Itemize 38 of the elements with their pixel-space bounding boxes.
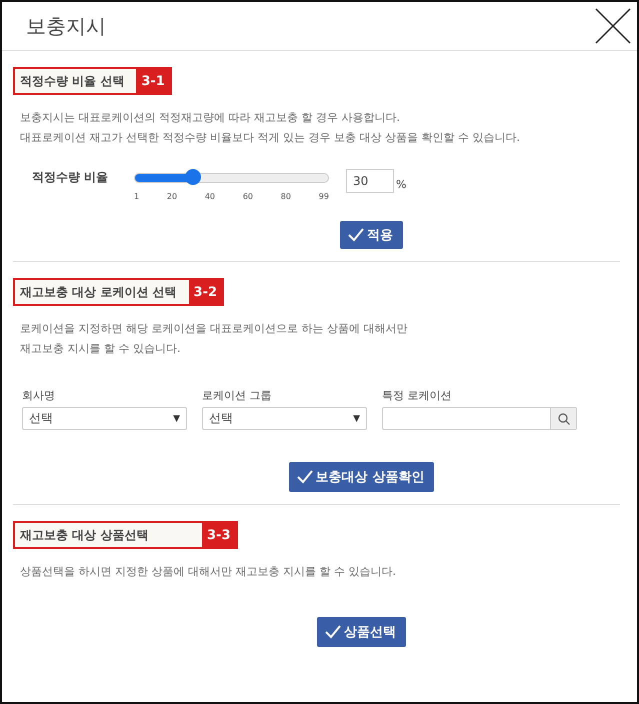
close-button[interactable] [593,6,633,46]
section-title: 재고보충 대상 로케이션 선택 [15,280,189,304]
slider-label: 적정수량 비율 [32,169,110,186]
tick-label: 80 [280,192,291,201]
description-text: 로케이션을 지정하면 해당 로케이션을 대표로케이션으로 하는 상품에 대해서만 [20,321,408,337]
tick-label: 60 [242,192,253,201]
section-title: 재고보충 대상 상품선택 [15,523,202,547]
step-badge: 3-3 [202,523,236,547]
tick-label: 99 [318,192,329,201]
field-label: 회사명 [22,388,56,403]
search-field[interactable] [382,407,577,430]
tick-label: 40 [204,192,216,201]
action-button[interactable]: 적용 [340,221,403,249]
check-icon [325,625,341,639]
select-dropdown[interactable]: 선택 ▼ [202,407,367,430]
step-badge: 3-2 [188,280,222,304]
check-icon [348,228,364,242]
section-title: 적정수량 비율 선택 [15,69,136,93]
description-text: 대표로케이션 재고가 선택한 적정수량 비율보다 적게 있는 경우 보충 대상 상품을 확인할 수 있습니다. [20,130,521,146]
select-dropdown[interactable]: 선택 ▼ [22,407,187,430]
tick-label: 20 [166,192,178,201]
percent-unit: % [396,178,406,191]
close-icon [595,8,631,44]
description-text: 보충지시는 대표로케이션의 적정재고량에 따라 재고보충 할 경우 사용합니다. [20,110,401,126]
slider-thumb[interactable] [184,169,201,185]
tick-label: 1 [134,192,140,201]
search-icon [558,412,570,424]
window-title: 보충지시 [26,12,106,40]
search-button[interactable] [550,408,576,429]
action-button[interactable]: 상품선택 [317,617,406,647]
ratio-input[interactable]: 30 [346,169,394,193]
field-label: 특정 로케이션 [382,388,452,403]
step-badge: 3-1 [136,69,170,93]
description-text: 재고보충 지시를 할 수 있습니다. [20,341,182,357]
description-text: 상품선택을 하시면 지정한 상품에 대해서만 재고보충 지시를 할 수 있습니다. [20,564,397,580]
field-label: 로케이션 그룹 [202,388,272,403]
action-button[interactable]: 보충대상 상품확인 [288,462,434,492]
check-icon [296,470,313,484]
